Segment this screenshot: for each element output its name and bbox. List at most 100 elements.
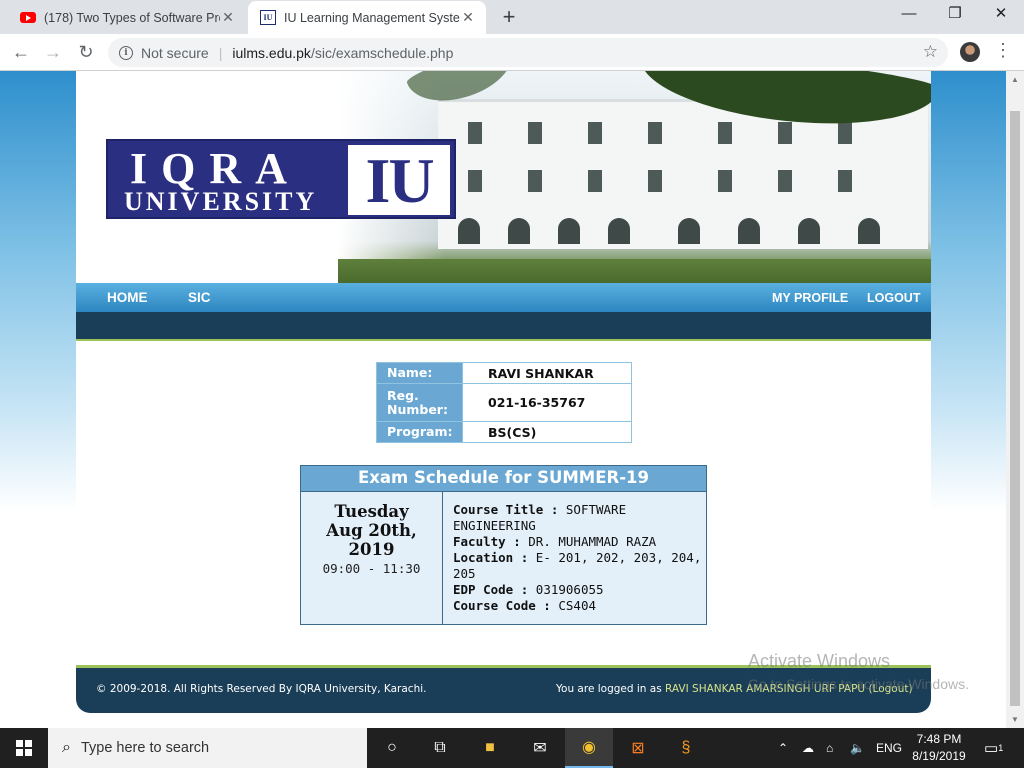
nav-subbar xyxy=(76,312,931,341)
task-view-icon[interactable]: ⧉ xyxy=(416,728,464,768)
arch-shape xyxy=(608,218,630,244)
window-shape xyxy=(528,170,542,192)
table-row: Program: BS(CS) xyxy=(376,421,632,443)
onedrive-icon[interactable]: ☁ xyxy=(802,728,814,768)
tab-youtube[interactable]: (178) Two Types of Software Proc ✕ xyxy=(8,1,246,34)
nav-my-profile[interactable]: MY PROFILE xyxy=(772,291,848,305)
exam-year: 2019 xyxy=(348,540,395,559)
arch-shape xyxy=(858,218,880,244)
page-container: IQRA UNIVERSITY IU HOME SIC MY PROFILE L… xyxy=(76,71,931,713)
network-icon[interactable]: ⌂ xyxy=(826,728,833,768)
window-shape xyxy=(648,170,662,192)
main-nav: HOME SIC MY PROFILE LOGOUT xyxy=(76,283,931,312)
notifications-icon[interactable]: ▭ 1 xyxy=(984,728,1003,768)
program-value: BS(CS) xyxy=(462,421,632,443)
arch-shape xyxy=(508,218,530,244)
nav-home[interactable]: HOME xyxy=(107,290,148,305)
browser-toolbar: ← → ↻ i Not secure | iulms.edu.pk/sic/ex… xyxy=(0,34,1024,71)
search-placeholder: Type here to search xyxy=(80,740,210,756)
scrollbar-thumb[interactable] xyxy=(1010,111,1020,706)
new-tab-icon[interactable]: + xyxy=(496,4,522,30)
profile-avatar[interactable] xyxy=(960,42,980,62)
course-code-line: Course Code : CS404 xyxy=(453,598,706,614)
divider: | xyxy=(218,44,223,61)
bookmark-star-icon[interactable]: ☆ xyxy=(923,42,938,62)
search-icon: ⌕ xyxy=(62,739,71,756)
window-shape xyxy=(778,122,792,144)
window-shape xyxy=(468,170,482,192)
location-label: Location : xyxy=(453,550,529,565)
arch-shape xyxy=(798,218,820,244)
tab-title: (178) Two Types of Software Proc xyxy=(44,10,220,25)
arch-shape xyxy=(458,218,480,244)
close-icon[interactable]: ✕ xyxy=(460,9,476,26)
page-scrollbar[interactable]: ▲ ▼ xyxy=(1006,71,1024,728)
volume-icon[interactable]: 🔈 xyxy=(850,728,865,768)
taskbar-search[interactable]: ⌕ Type here to search xyxy=(48,728,367,768)
minimize-icon[interactable]: — xyxy=(886,3,932,29)
url-path: /sic/examschedule.php xyxy=(310,44,454,61)
nav-sic[interactable]: SIC xyxy=(188,290,211,305)
student-name: RAVI SHANKAR xyxy=(462,362,632,384)
file-explorer-icon[interactable]: ■ xyxy=(466,728,514,768)
window-shape xyxy=(648,122,662,144)
language-indicator[interactable]: ENG xyxy=(876,728,902,768)
scroll-down-icon[interactable]: ▼ xyxy=(1011,715,1019,724)
browser-menu-icon[interactable]: ⋮ xyxy=(994,40,1012,61)
exam-day: Tuesday xyxy=(334,502,409,521)
exam-date-cell: Tuesday Aug 20th, 2019 09:00 - 11:30 xyxy=(301,492,443,624)
tray-chevron-icon[interactable]: ⌃ xyxy=(778,728,788,768)
start-button[interactable] xyxy=(0,728,48,768)
exam-schedule-heading: Exam Schedule for SUMMER-19 xyxy=(301,466,706,492)
arch-shape xyxy=(558,218,580,244)
edp-code: 031906055 xyxy=(535,582,604,597)
program-label: Program: xyxy=(376,421,463,443)
windows-taskbar: ⌕ Type here to search ○ ⧉ ■ ✉ ◉ ⊠ § ⌃ ☁ … xyxy=(0,728,1024,768)
window-close-icon[interactable]: ✕ xyxy=(978,3,1024,29)
chrome-icon[interactable]: ◉ xyxy=(565,728,613,768)
nav-logout[interactable]: LOGOUT xyxy=(867,291,920,305)
mail-icon[interactable]: ✉ xyxy=(516,728,564,768)
window-shape xyxy=(588,170,602,192)
security-label[interactable]: Not secure xyxy=(141,45,209,61)
table-row: Name: RAVI SHANKAR xyxy=(376,362,632,384)
window-shape xyxy=(528,122,542,144)
logged-in-prefix: You are logged in as xyxy=(556,683,662,695)
arch-shape xyxy=(738,218,760,244)
url-text[interactable]: iulms.edu.pk/sic/examschedule.php xyxy=(232,45,453,61)
activate-windows-title: Activate Windows xyxy=(748,651,891,671)
window-shape xyxy=(468,122,482,144)
clock-time: 7:48 PM xyxy=(916,732,962,746)
location-line: Location : E- 201, 202, 203, 204, 205 xyxy=(453,550,706,582)
reg-number: 021-16-35767 xyxy=(462,383,632,422)
exam-detail-cell: Course Title : SOFTWARE ENGINEERING Facu… xyxy=(443,492,706,624)
close-icon[interactable]: ✕ xyxy=(220,9,236,26)
page-viewport: IQRA UNIVERSITY IU HOME SIC MY PROFILE L… xyxy=(0,71,1006,728)
tab-iu-lms[interactable]: IU IU Learning Management System ✕ xyxy=(248,1,486,34)
back-arrow-icon[interactable]: ← xyxy=(8,40,34,66)
reload-icon[interactable]: ↻ xyxy=(73,40,99,66)
windows-logo-icon xyxy=(16,740,32,756)
scroll-up-icon[interactable]: ▲ xyxy=(1011,75,1019,84)
window-shape xyxy=(718,122,732,144)
xampp-icon[interactable]: ⊠ xyxy=(614,728,662,768)
arch-shape xyxy=(678,218,700,244)
restore-icon[interactable]: ❐ xyxy=(932,3,978,29)
university-banner: IQRA UNIVERSITY IU xyxy=(76,71,931,283)
window-shape xyxy=(718,170,732,192)
reg-number-label: Reg. Number: xyxy=(376,383,463,422)
faculty-name: DR. MUHAMMAD RAZA xyxy=(528,534,657,549)
forward-arrow-icon[interactable]: → xyxy=(40,40,66,66)
clock-date: 8/19/2019 xyxy=(912,749,966,763)
exam-date: Aug 20th, xyxy=(326,521,417,540)
browser-tab-bar: (178) Two Types of Software Proc ✕ IU IU… xyxy=(0,0,1024,34)
taskbar-clock[interactable]: 7:48 PM 8/19/2019 xyxy=(905,731,973,765)
course-code-label: Course Code : xyxy=(453,598,551,613)
cortana-icon[interactable]: ○ xyxy=(368,728,416,768)
iqra-university-logo[interactable]: IQRA UNIVERSITY IU xyxy=(106,139,456,219)
lawn xyxy=(338,259,931,283)
info-icon[interactable]: i xyxy=(119,45,133,60)
address-bar[interactable]: i Not secure | iulms.edu.pk/sic/examsche… xyxy=(108,38,948,67)
window-shape xyxy=(838,170,852,192)
sublime-text-icon[interactable]: § xyxy=(662,728,710,768)
